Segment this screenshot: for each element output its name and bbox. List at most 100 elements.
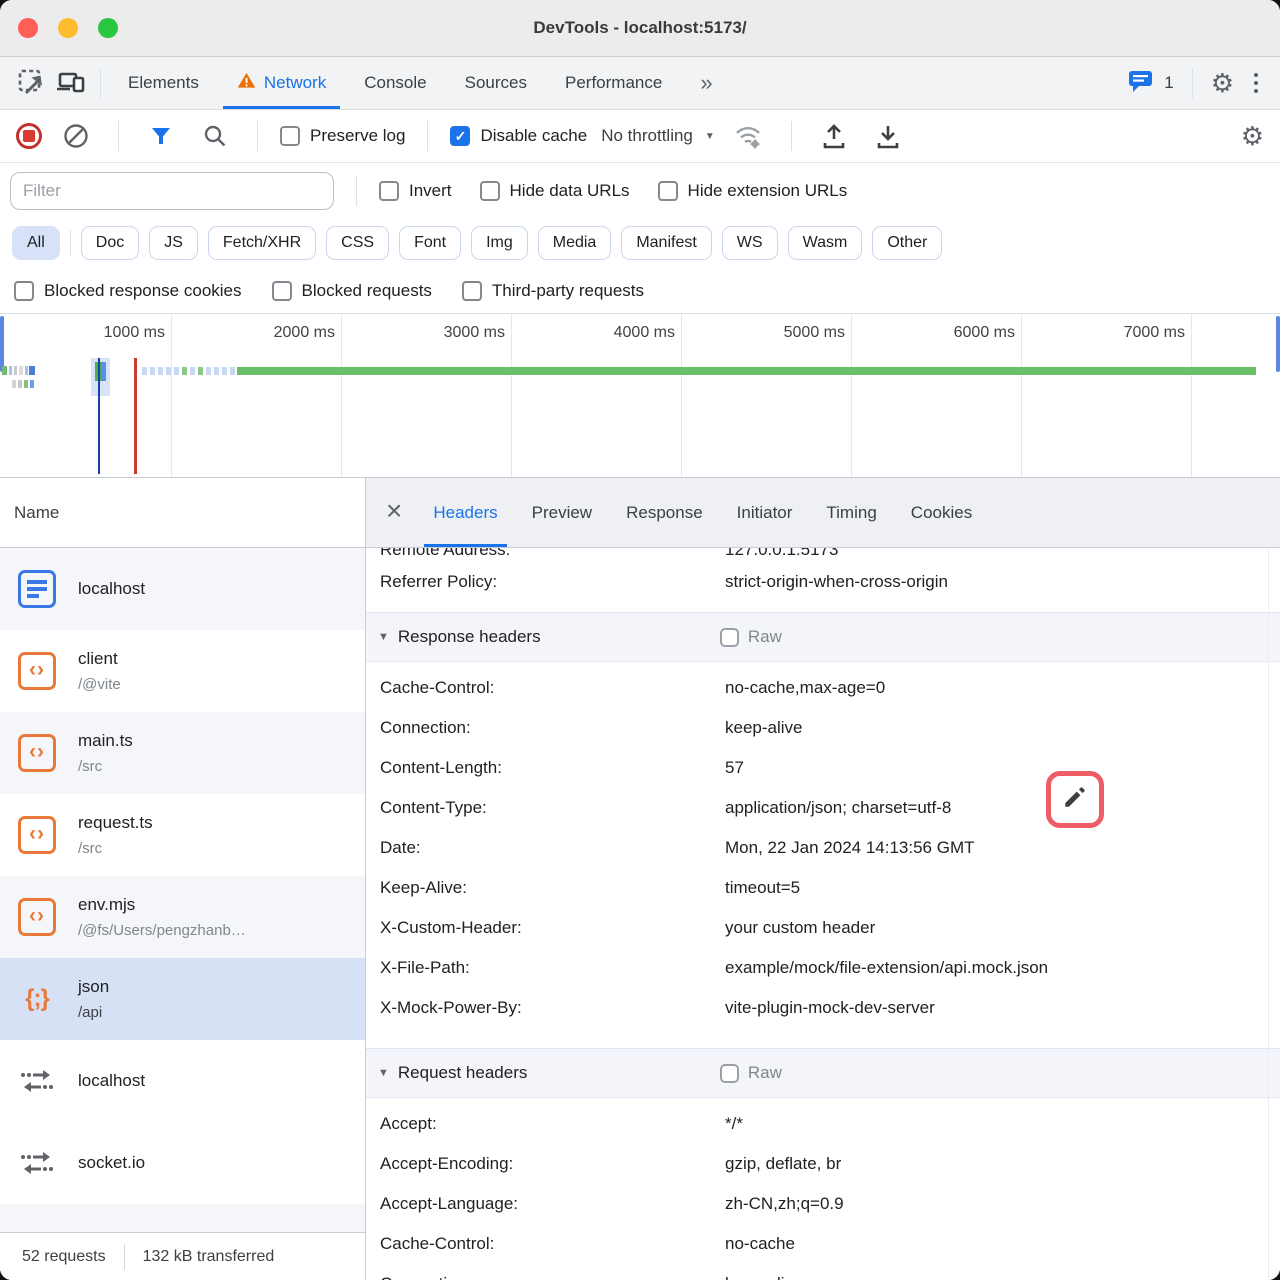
export-har-icon[interactable] [868,116,908,156]
hide-extension-urls-checkbox[interactable]: Hide extension URLs [658,181,848,201]
overview-bar-segment [182,367,187,375]
record-network-log-button[interactable] [16,123,42,149]
overview-bar-segment [25,366,28,375]
name-column-header[interactable]: Name [0,478,365,548]
tab-cookies[interactable]: Cookies [894,478,989,547]
close-panel-icon[interactable]: × [378,495,416,531]
raw-toggle[interactable]: Raw [720,1063,782,1083]
overview-bar-segment [9,366,12,375]
request-headers-section[interactable]: ▼ Request headers Raw [366,1048,1280,1098]
chip-font[interactable]: Font [399,226,461,260]
zoom-window-button[interactable] [98,18,118,38]
issues-icon[interactable] [1128,69,1154,98]
blocked-requests-checkbox[interactable]: Blocked requests [272,281,432,301]
request-row[interactable]: ‹› main.ts/src [0,712,365,794]
header-row: Keep-Alive:timeout=5 [366,868,1280,908]
checkbox-unchecked[interactable] [280,126,300,146]
network-toolbar: Preserve log ✓ Disable cache No throttli… [0,110,1280,163]
overview-bar-segment [150,367,155,375]
tab-console[interactable]: Console [345,57,445,109]
request-row-selected[interactable]: {;} json/api [0,958,365,1040]
chip-css[interactable]: CSS [326,226,389,260]
chip-manifest[interactable]: Manifest [621,226,711,260]
chevron-double-icon: » [700,70,712,96]
scrollbar-gutter [1268,548,1269,1280]
overview-right-handle[interactable] [1276,316,1280,372]
settings-gear-icon[interactable]: ⚙ [1211,70,1234,96]
blocked-response-cookies-checkbox[interactable]: Blocked response cookies [14,281,242,301]
minimize-window-button[interactable] [58,18,78,38]
tab-network[interactable]: Network [218,57,345,109]
filter-funnel-icon[interactable] [141,116,181,156]
traffic-lights [18,18,118,38]
preserve-log-checkbox[interactable]: Preserve log [280,126,405,146]
issues-count[interactable]: 1 [1164,73,1173,93]
request-row[interactable]: localhost [0,548,365,630]
chip-img[interactable]: Img [471,226,528,260]
header-row: Date:Mon, 22 Jan 2024 14:13:56 GMT [366,828,1280,868]
tick-label: 5000 ms [755,324,845,342]
device-toolbar-icon[interactable] [52,63,92,103]
chip-ws[interactable]: WS [722,226,778,260]
search-icon[interactable] [195,116,235,156]
network-conditions-icon[interactable] [729,116,769,156]
chip-js[interactable]: JS [149,226,198,260]
raw-checkbox[interactable] [720,628,739,647]
clipped-header-row: Remote Address: 127.0.0.1:5173 [366,548,1280,560]
tab-timing[interactable]: Timing [809,478,893,547]
raw-checkbox[interactable] [720,1064,739,1083]
request-row[interactable]: ‹› env.mjs/@fs/Users/pengzhanb… [0,876,365,958]
throttling-dropdown[interactable]: No throttling ▼ [601,126,715,146]
request-row[interactable]: ‹› client/@vite [0,630,365,712]
response-headers-section[interactable]: ▼ Response headers Raw [366,612,1280,662]
tab-response[interactable]: Response [609,478,720,547]
gridline [341,314,342,477]
header-row: Connection:keep-alive [366,1264,1280,1280]
request-row[interactable]: localhost [0,1040,365,1122]
overview-bar-segment [206,367,211,375]
divider [257,121,258,151]
edit-pencil-icon[interactable] [1062,784,1088,815]
network-settings-gear-icon[interactable]: ⚙ [1241,123,1264,149]
tab-performance[interactable]: Performance [546,57,681,109]
filter-input[interactable] [10,172,334,210]
header-row: Cache-Control:no-cache [366,1224,1280,1264]
request-row[interactable]: socket.io [0,1122,365,1204]
chip-media[interactable]: Media [538,226,612,260]
tab-sources[interactable]: Sources [446,57,546,109]
request-row[interactable]: ‹› request.ts/src [0,794,365,876]
more-tabs-button[interactable]: » [681,57,731,109]
overflow-menu-icon[interactable] [1244,73,1268,93]
third-party-requests-checkbox[interactable]: Third-party requests [462,281,644,301]
inspect-element-icon[interactable] [12,63,52,103]
chip-fetch-xhr[interactable]: Fetch/XHR [208,226,316,260]
divider [124,1244,125,1270]
overview-bar-segment [29,366,35,375]
checkbox-checked[interactable]: ✓ [450,126,470,146]
chip-all[interactable]: All [12,226,60,260]
invert-checkbox[interactable]: Invert [379,181,452,201]
window-title: DevTools - localhost:5173/ [0,18,1280,38]
chip-doc[interactable]: Doc [81,226,139,260]
overview-bar-segment [198,367,203,375]
collapse-triangle-icon[interactable]: ▼ [378,631,389,643]
raw-toggle[interactable]: Raw [720,627,782,647]
clear-network-log-icon[interactable] [56,116,96,156]
tab-initiator[interactable]: Initiator [720,478,810,547]
tab-preview[interactable]: Preview [515,478,609,547]
overview-bar-segment [222,367,227,375]
divider [427,121,428,151]
load-event-marker [134,358,137,474]
import-har-icon[interactable] [814,116,854,156]
collapse-triangle-icon[interactable]: ▼ [378,1067,389,1079]
close-window-button[interactable] [18,18,38,38]
overview-left-handle[interactable] [0,316,4,372]
chip-wasm[interactable]: Wasm [788,226,863,260]
tab-headers[interactable]: Headers [416,478,514,547]
hide-data-urls-checkbox[interactable]: Hide data URLs [480,181,630,201]
chip-other[interactable]: Other [872,226,942,260]
network-overview[interactable]: 1000 ms 2000 ms 3000 ms 4000 ms 5000 ms … [0,314,1280,478]
disable-cache-checkbox[interactable]: ✓ Disable cache [450,126,587,146]
tab-elements[interactable]: Elements [109,57,218,109]
warning-icon [237,72,256,94]
